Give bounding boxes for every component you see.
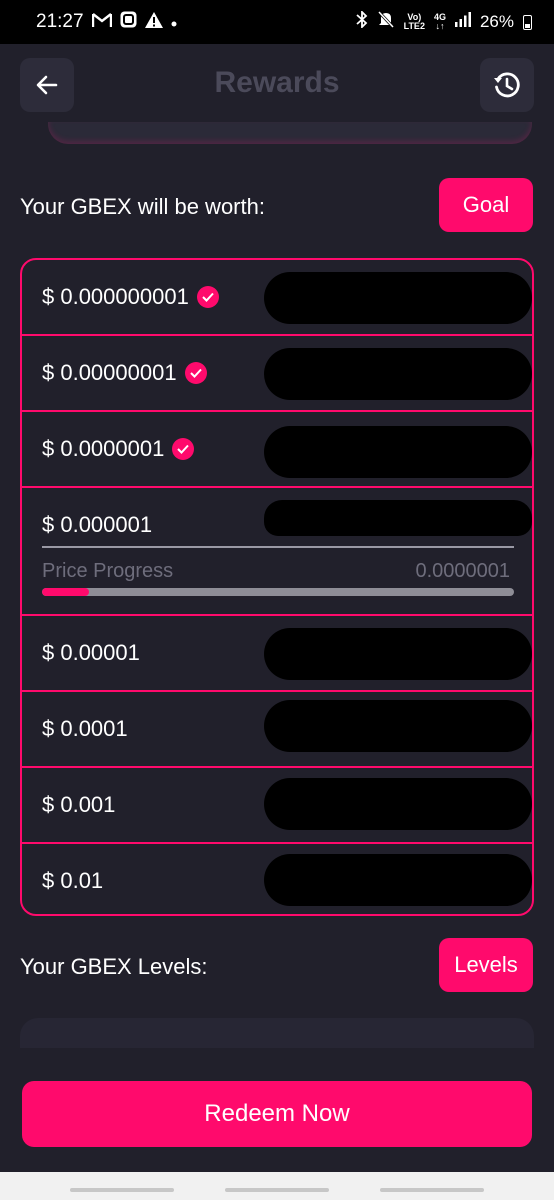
- price-level-row: $ 0.0000001: [22, 412, 532, 486]
- signal-icon: [454, 12, 471, 32]
- redacted-amount: [264, 272, 532, 324]
- price-value: $ 0.0001: [42, 716, 128, 741]
- status-time: 21:27: [36, 11, 84, 32]
- redacted-amount: [264, 778, 532, 830]
- price-level-row: $ 0.001: [22, 768, 532, 842]
- mute-icon: [377, 10, 395, 33]
- price-level-row: $ 0.000000001: [22, 260, 532, 334]
- progress-separator: [42, 546, 514, 548]
- redacted-amount: [264, 854, 532, 906]
- volte-indicator: Vo) LTE2: [403, 12, 425, 31]
- check-icon: [184, 362, 207, 384]
- rewards-card-bottom: [48, 122, 532, 144]
- price-progress-label: Price Progress: [42, 560, 174, 582]
- battery-percent: 26%: [479, 12, 514, 31]
- nav-recents[interactable]: [70, 1188, 174, 1192]
- price-value: $ 0.0000001: [42, 436, 165, 461]
- goal-button[interactable]: Goal: [439, 178, 533, 232]
- status-bar: 21:27 Vo) LTE2 4G ↓↑ 26%: [0, 0, 554, 44]
- price-level-row: $ 0.00001: [22, 616, 532, 690]
- price-value: $ 0.00000001: [42, 360, 177, 385]
- price-progress-value: 0.0000001: [415, 560, 510, 582]
- history-button[interactable]: [480, 58, 534, 112]
- nav-back[interactable]: [380, 1188, 484, 1192]
- warning-icon: [145, 11, 163, 33]
- check-icon: [172, 438, 195, 460]
- redeem-now-button[interactable]: Redeem Now: [22, 1081, 532, 1147]
- price-value: $ 0.000000001: [42, 284, 189, 309]
- levels-button[interactable]: Levels: [439, 938, 533, 992]
- network-type-indicator: 4G ↓↑: [433, 12, 446, 31]
- redacted-amount: [264, 700, 532, 752]
- price-value: $ 0.001: [42, 792, 116, 817]
- dot-icon: [171, 12, 177, 32]
- redacted-amount: [264, 500, 532, 536]
- levels-label: Your GBEX Levels:: [20, 954, 208, 979]
- worth-label: Your GBEX will be worth:: [20, 194, 265, 219]
- redacted-amount: [264, 426, 532, 478]
- price-value: $ 0.000001: [42, 512, 153, 537]
- check-icon: [196, 286, 219, 308]
- price-level-row: $ 0.0001: [22, 692, 532, 766]
- header: Rewards: [0, 44, 554, 126]
- gmail-icon: [91, 12, 113, 33]
- app-notification-icon: [120, 11, 137, 33]
- battery-icon: [523, 14, 532, 30]
- nav-home[interactable]: [225, 1188, 329, 1192]
- price-level-row: $ 0.00000001: [22, 336, 532, 410]
- price-level-row: $ 0.01: [22, 844, 532, 914]
- bluetooth-icon: [356, 9, 368, 33]
- levels-card: [20, 1018, 534, 1048]
- redacted-amount: [264, 348, 532, 400]
- current-price-level-row: $ 0.000001 Price Progress 0.0000001: [22, 488, 532, 614]
- price-value: $ 0.01: [42, 868, 104, 893]
- history-icon: [494, 72, 520, 98]
- redacted-amount: [264, 628, 532, 680]
- price-value: $ 0.00001: [42, 640, 140, 665]
- price-progress-bar: [42, 588, 514, 596]
- system-navigation-bar: [0, 1172, 554, 1200]
- price-progress-fill: [42, 588, 90, 596]
- page-title: Rewards: [214, 66, 340, 99]
- price-levels-card: $ 0.000000001 $ 0.00000001 $ 0.0000001 $…: [20, 258, 534, 916]
